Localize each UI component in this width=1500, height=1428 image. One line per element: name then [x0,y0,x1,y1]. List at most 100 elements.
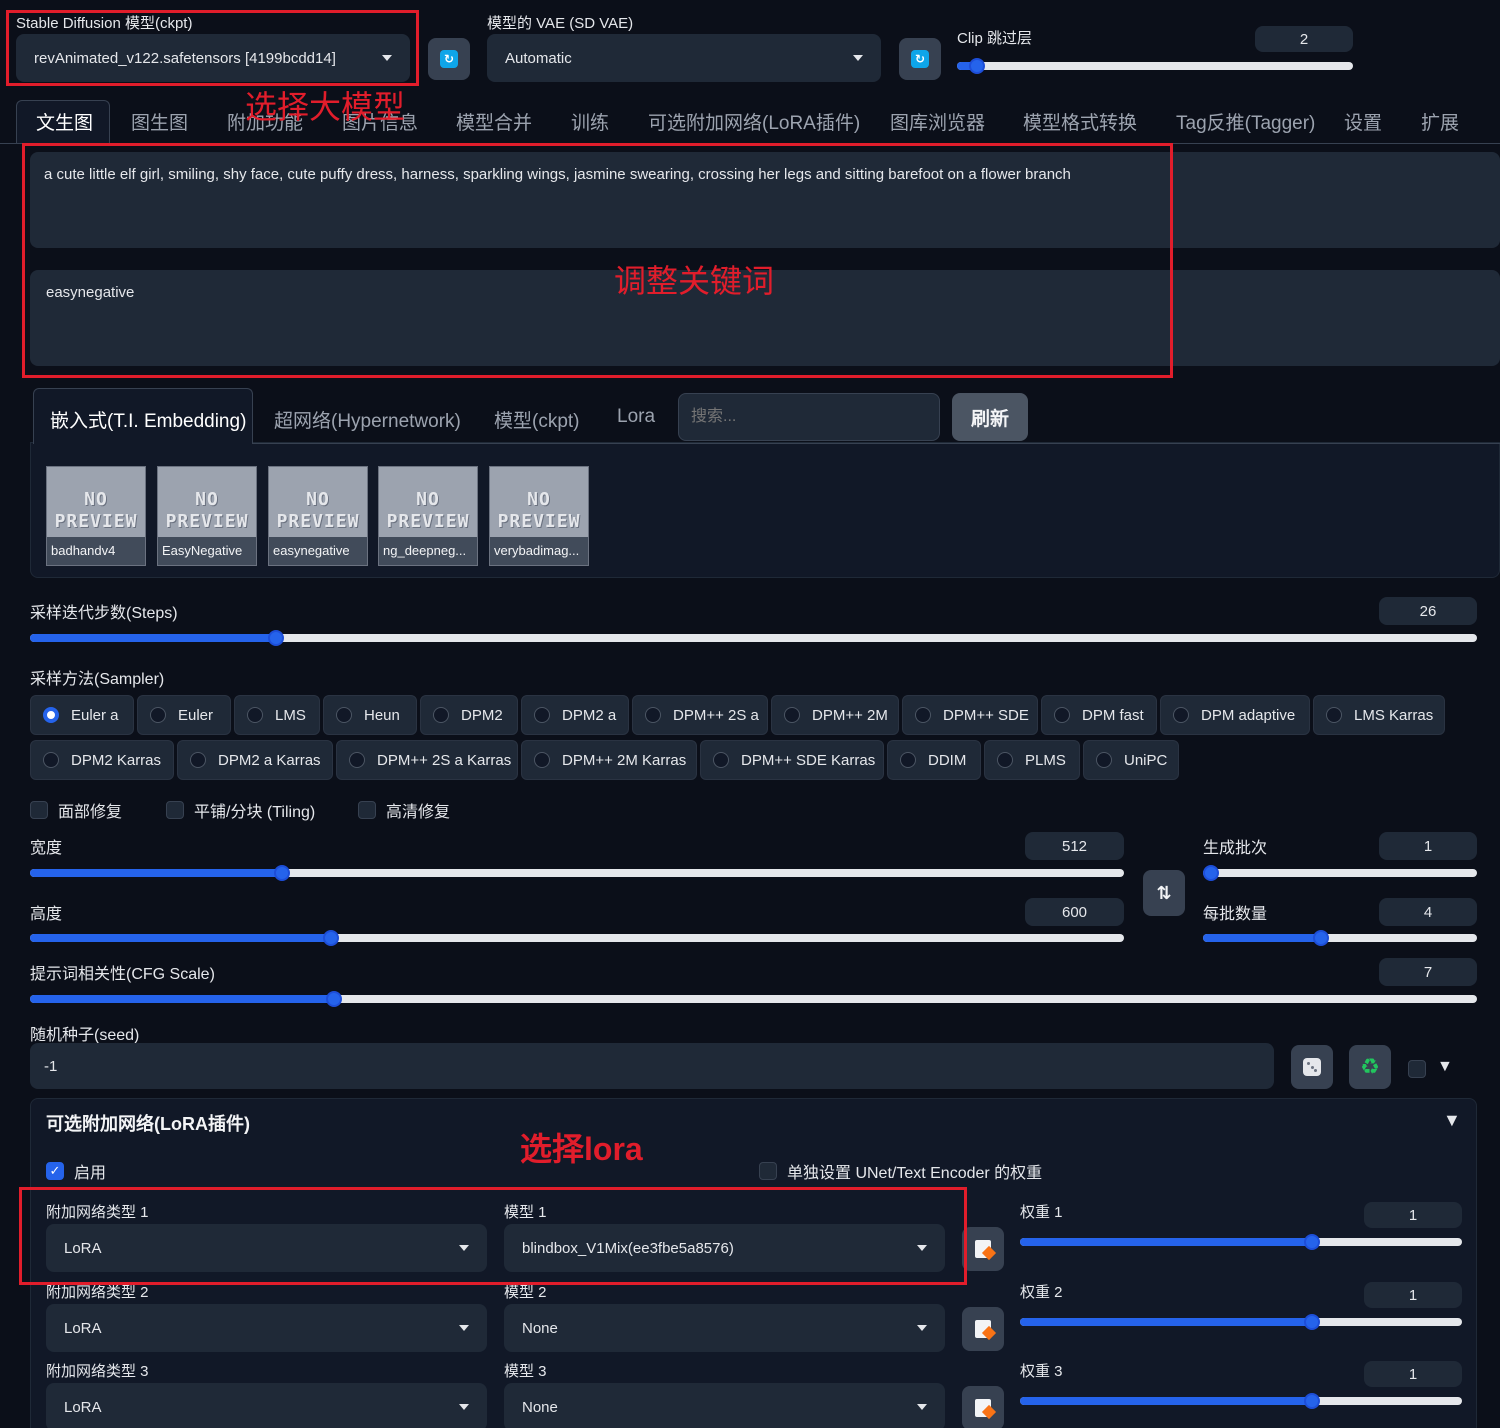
radio-button[interactable] [784,707,800,723]
ckpt-refresh-button[interactable]: ↻ [428,38,470,80]
weight-slider[interactable] [1020,1234,1462,1250]
weight-input[interactable]: 1 [1364,1282,1462,1308]
network-model-dropdown[interactable]: None [504,1304,945,1352]
cfg-slider[interactable] [30,991,1477,1007]
weight-input[interactable]: 1 [1364,1361,1462,1387]
embedding-card[interactable]: NO PREVIEW badhandv4 [46,466,146,566]
sampler-option[interactable]: DPM++ 2M Karras [521,740,697,780]
cfg-input[interactable]: 7 [1379,958,1477,986]
network-search-input[interactable] [678,393,940,441]
radio-button[interactable] [150,707,166,723]
sampler-option[interactable]: LMS Karras [1313,695,1445,735]
network-model-dropdown[interactable]: None [504,1383,945,1428]
radio-button[interactable] [433,707,449,723]
tab-embedding[interactable]: 嵌入式(T.I. Embedding) [50,406,246,433]
embedding-card[interactable]: NO PREVIEW verybadimag... [489,466,589,566]
radio-button[interactable] [43,752,59,768]
face-restore-option[interactable]: 面部修复 [30,798,122,822]
hires-checkbox[interactable] [358,801,376,819]
sampler-option[interactable]: DPM++ 2M [771,695,899,735]
radio-button[interactable] [247,707,263,723]
lora-enable-option[interactable]: ✓ 启用 [46,1159,106,1183]
tab-10[interactable]: 设置 [1344,108,1382,135]
sampler-option[interactable]: DPM2 [420,695,518,735]
tab-4[interactable]: 模型合并 [456,108,532,135]
sampler-option[interactable]: Euler a [30,695,134,735]
width-input[interactable]: 512 [1025,832,1124,860]
sampler-option[interactable]: DPM++ 2S a [632,695,768,735]
tiling-option[interactable]: 平铺/分块 (Tiling) [166,798,315,822]
sampler-option[interactable]: DPM++ 2S a Karras [336,740,518,780]
sampler-option[interactable]: DPM++ SDE [902,695,1038,735]
edit-network-button[interactable] [962,1227,1004,1271]
radio-button[interactable] [534,752,550,768]
vae-dropdown[interactable]: Automatic [487,34,881,82]
radio-button[interactable] [1326,707,1342,723]
separate-weights-option[interactable]: 单独设置 UNet/Text Encoder 的权重 [759,1159,1042,1183]
tab-0[interactable]: 文生图 [36,108,93,135]
reuse-seed-button[interactable]: ♻ [1349,1045,1391,1089]
embedding-card[interactable]: NO PREVIEW EasyNegative [157,466,257,566]
tab-hypernetwork[interactable]: 超网络(Hypernetwork) [274,406,461,433]
batch-size-slider[interactable] [1203,930,1477,946]
tiling-checkbox[interactable] [166,801,184,819]
radio-button[interactable] [645,707,661,723]
tab-7[interactable]: 图库浏览器 [890,108,985,135]
lora-enable-checkbox[interactable]: ✓ [46,1162,64,1180]
sampler-option[interactable]: DPM2 Karras [30,740,174,780]
vae-refresh-button[interactable]: ↻ [899,38,941,80]
steps-slider[interactable] [30,630,1477,646]
network-refresh-button[interactable]: 刷新 [952,393,1028,441]
sampler-option[interactable]: DPM2 a Karras [177,740,333,780]
height-slider[interactable] [30,930,1124,946]
radio-button[interactable] [1096,752,1112,768]
batch-count-input[interactable]: 1 [1379,832,1477,860]
tab-ckpt[interactable]: 模型(ckpt) [494,406,580,433]
width-slider[interactable] [30,865,1124,881]
extra-seed-checkbox[interactable] [1408,1060,1426,1078]
weight-input[interactable]: 1 [1364,1202,1462,1228]
tab-6[interactable]: 可选附加网络(LoRA插件) [648,108,860,135]
sampler-option[interactable]: DPM++ SDE Karras [700,740,884,780]
radio-button[interactable] [1054,707,1070,723]
radio-button[interactable] [534,707,550,723]
hires-option[interactable]: 高清修复 [358,798,450,822]
sampler-option[interactable]: DPM adaptive [1160,695,1310,735]
swap-dimensions-button[interactable]: ⇅ [1143,870,1185,916]
tab-1[interactable]: 图生图 [131,108,188,135]
radio-button[interactable] [349,752,365,768]
steps-input[interactable]: 26 [1379,597,1477,625]
sampler-option[interactable]: DDIM [887,740,981,780]
sampler-option[interactable]: Heun [323,695,417,735]
radio-button[interactable] [43,707,59,723]
sampler-option[interactable]: LMS [234,695,320,735]
collapse-triangle-icon[interactable]: ▼ [1443,1110,1461,1131]
tab-8[interactable]: 模型格式转换 [1023,108,1137,135]
radio-button[interactable] [713,752,729,768]
sampler-option[interactable]: PLMS [984,740,1080,780]
network-type-dropdown[interactable]: LoRA [46,1304,487,1352]
sampler-option[interactable]: UniPC [1083,740,1179,780]
radio-button[interactable] [336,707,352,723]
seed-input[interactable]: -1 [30,1043,1274,1089]
clip-slider[interactable] [957,58,1353,74]
triangle-down-icon[interactable]: ▼ [1437,1058,1453,1076]
tab-11[interactable]: 扩展 [1421,108,1459,135]
radio-button[interactable] [190,752,206,768]
tab-5[interactable]: 训练 [571,108,609,135]
height-input[interactable]: 600 [1025,898,1124,926]
batch-count-slider[interactable] [1203,865,1477,881]
edit-network-button[interactable] [962,1307,1004,1351]
radio-button[interactable] [915,707,931,723]
clip-value-input[interactable]: 2 [1255,26,1353,52]
separate-weights-checkbox[interactable] [759,1162,777,1180]
edit-network-button[interactable] [962,1386,1004,1428]
sampler-option[interactable]: DPM fast [1041,695,1157,735]
sampler-option[interactable]: DPM2 a [521,695,629,735]
embedding-card[interactable]: NO PREVIEW ng_deepneg... [378,466,478,566]
weight-slider[interactable] [1020,1393,1462,1409]
sampler-option[interactable]: Euler [137,695,231,735]
radio-button[interactable] [997,752,1013,768]
tab-9[interactable]: Tag反推(Tagger) [1176,108,1315,135]
weight-slider[interactable] [1020,1314,1462,1330]
